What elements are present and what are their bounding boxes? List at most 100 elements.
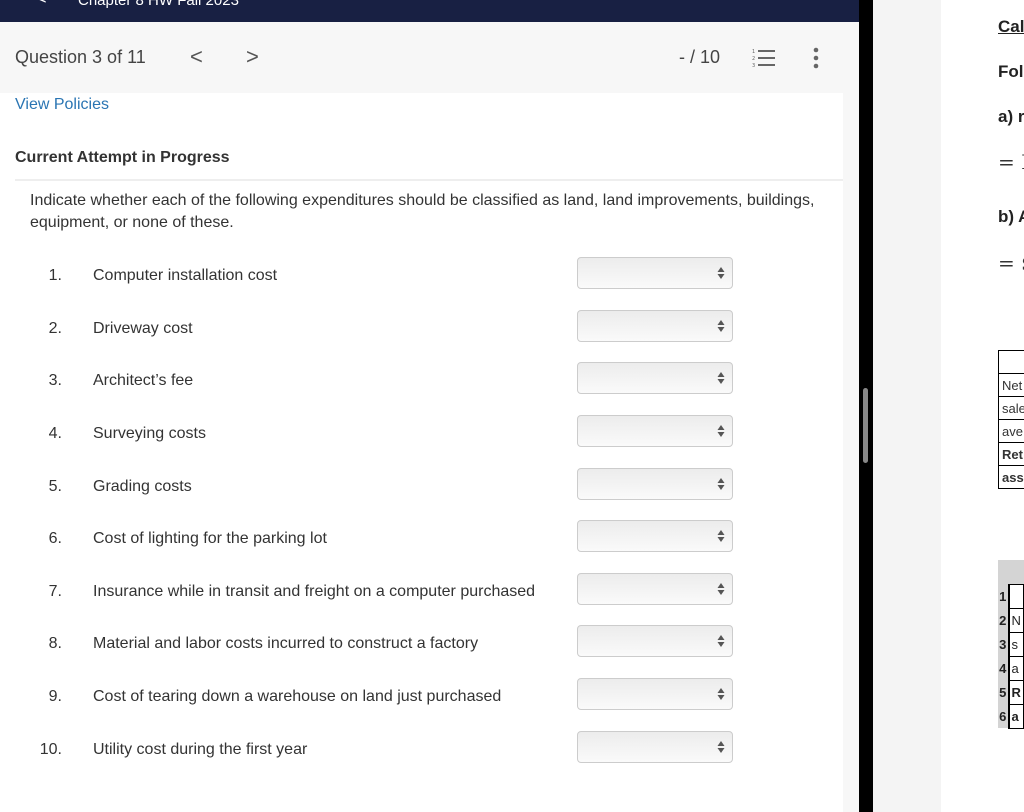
sheet-cell[interactable]: a [1007,655,1024,681]
classification-select[interactable] [577,310,733,342]
reference-part-b: b) A [998,207,1024,226]
svg-text:3: 3 [752,63,755,68]
sheet-cell[interactable]: a [1007,703,1024,729]
classification-select[interactable] [577,625,733,657]
select-arrows-icon [717,530,725,542]
select-arrows-icon [717,478,725,490]
list-item: 1. Computer installation cost [0,257,843,307]
list-item: 2. Driveway cost [0,310,843,360]
item-label: Cost of tearing down a warehouse on land… [93,688,502,705]
sheet-cell[interactable]: s [1007,631,1024,657]
classification-select[interactable] [577,468,733,500]
select-arrows-icon [717,741,725,753]
item-label: Grading costs [93,478,192,495]
item-label: Insurance while in transit and freight o… [93,583,536,600]
svg-text:1: 1 [752,49,755,55]
classification-select[interactable] [577,257,733,289]
select-arrows-icon [717,267,725,279]
question-content: View Policies Current Attempt in Progres… [0,93,843,812]
corner-cell [998,560,1009,584]
item-label: Computer installation cost [93,267,278,284]
table-row: Net [998,373,1024,397]
classification-select[interactable] [577,415,733,447]
item-label: Cost of lighting for the parking lot [93,530,327,547]
back-button[interactable]: < [36,0,47,9]
list-item: 4. Surveying costs [0,415,843,465]
reference-equation-b: = $ [998,251,1024,275]
view-policies-link[interactable]: View Policies [15,96,109,114]
table-cell: ass [998,465,1024,489]
pane-gutter [873,0,941,812]
item-label: Utility cost during the first year [93,741,308,758]
select-arrows-icon [717,635,725,647]
item-number: 4. [48,425,62,442]
svg-text:2: 2 [752,56,755,62]
row-header: 4 [998,656,1010,680]
select-arrows-icon [717,688,725,700]
table-cell: Net [998,373,1024,397]
list-item: 6. Cost of lighting for the parking lot [0,520,843,570]
classification-select[interactable] [577,362,733,394]
classification-select[interactable] [577,731,733,763]
row-header: 3 [998,632,1010,656]
reference-part-a: a) r [998,107,1024,126]
table-row: 6a [998,703,1024,729]
classification-select[interactable] [577,678,733,710]
sheet-cell[interactable]: R [1007,679,1024,705]
list-item: 8. Material and labor costs incurred to … [0,625,843,675]
item-label: Driveway cost [93,320,193,337]
item-number: 7. [48,583,62,600]
list-item: 10. Utility cost during the first year [0,731,843,781]
item-number: 2. [48,320,62,337]
column-header [1008,560,1024,584]
item-number: 3. [48,372,62,389]
question-list-icon[interactable]: 1 2 3 [752,48,776,68]
attempt-heading: Current Attempt in Progress [15,149,230,166]
table-row: 4a [998,655,1024,681]
item-label: Architect’s fee [93,372,194,389]
row-header: 5 [998,680,1010,704]
select-arrows-icon [717,583,725,595]
table-row: 3s [998,631,1024,657]
table-cell: sale [998,396,1024,420]
row-header: 6 [998,704,1010,728]
table-row: ave [998,419,1024,443]
table-row: 1 [998,583,1024,609]
classification-select[interactable] [577,520,733,552]
reference-equation-a: = I [998,150,1024,174]
table-row: sale [998,396,1024,420]
resize-handle[interactable] [863,388,868,463]
table-cell [998,350,1024,374]
reference-table: Net sale ave Ret ass [998,350,1024,489]
reference-title: Cal [998,17,1024,36]
sheet-cell[interactable]: N [1007,607,1024,633]
next-question-button[interactable]: > [246,44,259,70]
divider [15,179,843,181]
select-arrows-icon [717,425,725,437]
score-display: - / 10 [679,47,721,67]
list-item: 3. Architect’s fee [0,362,843,412]
item-label: Material and labor costs incurred to con… [93,635,479,652]
assignment-title: Chapter 8 HW Fall 2023 [78,0,239,9]
previous-question-button[interactable]: < [190,44,203,70]
more-options-icon[interactable] [812,47,820,69]
row-header: 2 [998,608,1010,632]
table-cell: ave [998,419,1024,443]
row-header: 1 [998,584,1010,608]
item-number: 10. [39,741,62,758]
list-item: 5. Grading costs [0,468,843,518]
item-number: 6. [48,530,62,547]
table-row: 5R [998,679,1024,705]
item-number: 8. [48,635,62,652]
select-arrows-icon [717,372,725,384]
pane-divider[interactable] [859,0,873,812]
sheet-cell[interactable] [1007,583,1024,609]
assignment-header: < Chapter 8 HW Fall 2023 [0,0,859,22]
table-row: ass [998,465,1024,489]
table-row [998,350,1024,374]
classification-select[interactable] [577,573,733,605]
question-counter: Question 3 of 11 [15,47,146,67]
list-item: 9. Cost of tearing down a warehouse on l… [0,678,843,728]
question-navigation: Question 3 of 11 < > - / 10 1 2 3 [0,22,859,93]
spreadsheet-table: 1 2N 3s 4a 5R 6a [998,560,1024,729]
